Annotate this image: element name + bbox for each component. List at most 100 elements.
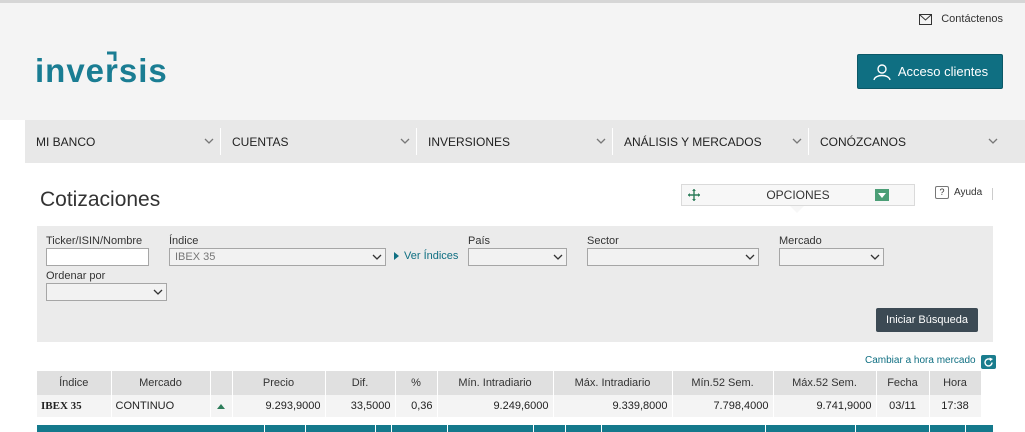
footer-segment — [930, 425, 966, 432]
sector-label: Sector — [587, 235, 619, 247]
view-indices-link[interactable]: Ver Índices — [394, 250, 458, 262]
column-header[interactable]: Mín. Intradiario — [437, 371, 554, 395]
nav-item-label: CONÓZCANOS — [820, 134, 907, 149]
column-header[interactable]: % — [395, 371, 438, 395]
sector-select[interactable] — [587, 248, 759, 266]
table-footer-bar — [37, 425, 993, 432]
country-select[interactable] — [468, 248, 567, 266]
main-nav: MI BANCO CUENTAS INVERSIONES ANÁLISIS Y … — [25, 120, 1025, 163]
nav-item-label: ANÁLISIS Y MERCADOS — [624, 134, 762, 149]
market-cell: CONTINUO — [111, 395, 211, 417]
chevron-down-icon — [870, 254, 880, 260]
nav-item-label: INVERSIONES — [428, 134, 511, 149]
client-access-button[interactable]: Acceso clientes — [857, 54, 1003, 89]
nav-item-mi-banco[interactable]: MI BANCO — [25, 120, 220, 163]
chevron-down-icon — [596, 138, 606, 144]
client-access-label: Acceso clientes — [897, 64, 989, 79]
sort-label: Ordenar por — [46, 270, 106, 282]
market-select[interactable] — [779, 248, 884, 266]
column-header[interactable]: Fecha — [876, 371, 930, 395]
index-name-link[interactable]: IBEX 35 — [37, 395, 112, 417]
help-label: Ayuda — [954, 187, 983, 198]
footer-segment — [766, 425, 856, 432]
options-pointer — [790, 206, 804, 213]
column-header[interactable]: Máx.52 Sem. — [773, 371, 877, 395]
max-intraday-cell: 9.339,8000 — [553, 395, 673, 417]
help-icon: ? — [935, 186, 949, 199]
user-icon — [873, 63, 891, 80]
chevron-down-icon — [988, 138, 998, 144]
column-header[interactable]: Mercado — [111, 371, 211, 395]
column-header[interactable]: Dif. — [325, 371, 396, 395]
footer-segment — [376, 425, 392, 432]
help-divider — [992, 188, 993, 200]
price-cell: 9.293,9000 — [232, 395, 326, 417]
help-link[interactable]: ? Ayuda — [935, 186, 982, 199]
footer-segment — [534, 425, 566, 432]
column-header[interactable]: Hora — [929, 371, 982, 395]
column-header[interactable]: Precio — [232, 371, 326, 395]
footer-segment — [602, 425, 766, 432]
ticker-input[interactable] — [46, 248, 149, 266]
footer-segment — [856, 425, 930, 432]
view-indices-label: Ver Índices — [404, 250, 459, 262]
footer-segment — [566, 425, 602, 432]
site-header: Contáctenos inversis Acceso clientes — [0, 3, 1025, 120]
footer-segment — [306, 425, 376, 432]
diff-cell: 33,5000 — [325, 395, 396, 417]
search-form: Ticker/ISIN/Nombre Índice IBEX 35 Ver Ín… — [37, 226, 993, 342]
dropdown-icon — [875, 189, 889, 201]
play-icon — [394, 252, 399, 260]
contact-link[interactable]: Contáctenos — [919, 13, 1003, 25]
country-label: País — [468, 235, 491, 247]
nav-item-cuentas[interactable]: CUENTAS — [221, 120, 416, 163]
nav-item-analisis-mercados[interactable]: ANÁLISIS Y MERCADOS — [613, 120, 808, 163]
market-label: Mercado — [779, 235, 822, 247]
start-search-button[interactable]: Iniciar Búsqueda — [876, 308, 978, 332]
max-52w-cell: 9.741,9000 — [773, 395, 877, 417]
ticker-label: Ticker/ISIN/Nombre — [46, 235, 143, 247]
index-select-value: IBEX 35 — [175, 251, 216, 263]
nav-item-label: CUENTAS — [232, 134, 289, 149]
page-title: Cotizaciones — [40, 188, 161, 211]
time-cell: 17:38 — [929, 395, 982, 417]
index-label: Índice — [169, 235, 199, 247]
logo-text: inversis — [35, 52, 168, 89]
nav-item-conozcanos[interactable]: CONÓZCANOS — [809, 120, 1004, 163]
chevron-down-icon — [745, 254, 755, 260]
footer-segment — [37, 425, 265, 432]
nav-item-label: MI BANCO — [36, 134, 96, 149]
date-cell: 03/11 — [876, 395, 930, 417]
quotes-table: Índice Mercado Precio Dif. % Mín. Intrad… — [37, 371, 982, 417]
inversis-logo[interactable]: inversis — [35, 49, 183, 89]
options-panel-toggle[interactable]: OPCIONES — [681, 184, 915, 213]
chevron-down-icon — [153, 289, 163, 295]
column-header[interactable]: Índice — [37, 371, 112, 395]
index-select[interactable]: IBEX 35 — [169, 248, 386, 266]
chevron-down-icon — [400, 138, 410, 144]
change-market-hour-link[interactable]: Cambiar a hora mercado — [865, 355, 976, 366]
footer-segment — [448, 425, 534, 432]
options-label: OPCIONES — [766, 188, 830, 202]
chevron-down-icon — [372, 254, 382, 260]
nav-item-inversiones[interactable]: INVERSIONES — [417, 120, 612, 163]
trend-cell — [210, 395, 233, 417]
table-header-row: Índice Mercado Precio Dif. % Mín. Intrad… — [37, 371, 982, 395]
column-header[interactable]: Máx. Intradiario — [553, 371, 673, 395]
chevron-down-icon — [553, 254, 563, 260]
table-row[interactable]: IBEX 35 CONTINUO 9.293,9000 33,5000 0,36… — [37, 395, 982, 417]
refresh-icon[interactable] — [981, 355, 996, 369]
sort-select[interactable] — [46, 283, 167, 301]
min-52w-cell: 7.798,4000 — [672, 395, 774, 417]
footer-segment — [265, 425, 306, 432]
trend-up-icon — [217, 404, 225, 409]
chevron-down-icon — [204, 138, 214, 144]
move-icon — [688, 189, 700, 201]
column-header — [210, 371, 233, 395]
chevron-down-icon — [792, 138, 802, 144]
contact-label: Contáctenos — [941, 13, 1003, 25]
column-header[interactable]: Mín.52 Sem. — [672, 371, 774, 395]
mail-icon — [919, 13, 933, 25]
min-intraday-cell: 9.249,6000 — [437, 395, 554, 417]
footer-segment — [392, 425, 448, 432]
